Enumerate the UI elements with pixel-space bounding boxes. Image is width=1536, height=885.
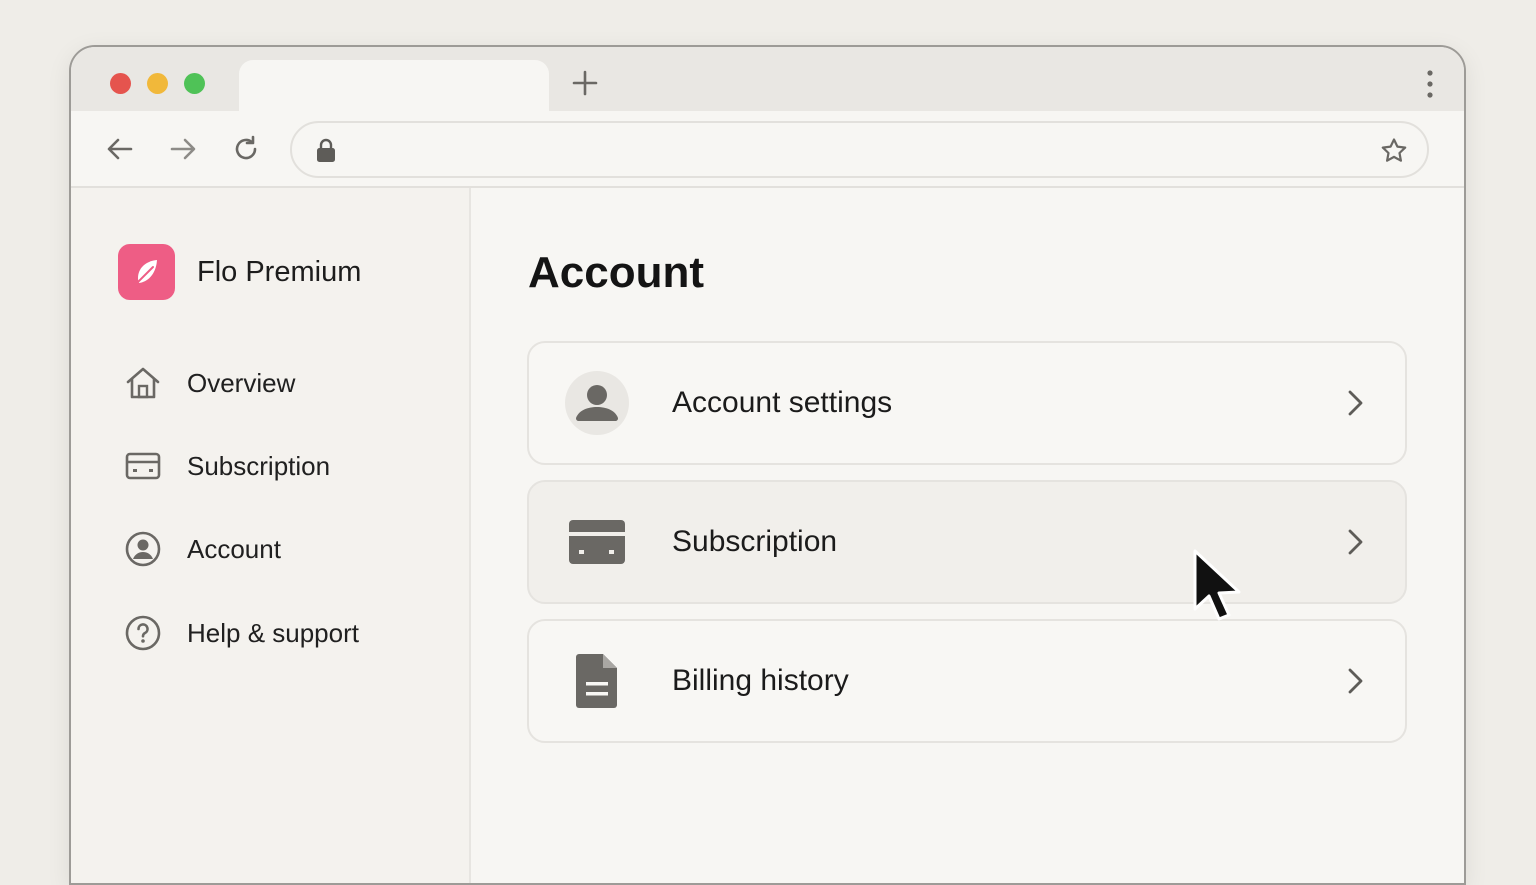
arrow-left-icon[interactable] [104, 133, 136, 165]
plus-icon[interactable] [571, 69, 599, 97]
close-window-button[interactable] [110, 73, 131, 94]
help-circle-icon [123, 613, 163, 653]
arrow-right-icon[interactable] [167, 133, 199, 165]
lock-icon [317, 138, 335, 162]
maximize-window-button[interactable] [184, 73, 205, 94]
chevron-right-icon [1348, 668, 1363, 694]
brand-name: Flo Premium [197, 255, 362, 288]
address-bar[interactable] [290, 121, 1429, 178]
minimize-window-button[interactable] [147, 73, 168, 94]
billing-history-card[interactable]: Billing history [527, 619, 1407, 743]
browser-toolbar [71, 111, 1464, 188]
sidebar-item-label: Subscription [187, 450, 331, 481]
sidebar-item-overview[interactable]: Overview [123, 363, 295, 403]
sidebar-item-label: Overview [187, 367, 296, 398]
account-settings-card[interactable]: Account settings [527, 341, 1407, 465]
brand[interactable]: Flo Premium [118, 244, 361, 300]
feather-icon [118, 244, 175, 300]
card-icon [123, 446, 163, 486]
star-icon[interactable] [1379, 136, 1409, 166]
reload-icon[interactable] [230, 133, 262, 165]
chevron-right-icon [1348, 529, 1363, 555]
tab-strip [71, 47, 1464, 112]
kebab-menu-icon[interactable] [1426, 69, 1434, 99]
credit-card-icon [564, 509, 630, 575]
sidebar-item-help[interactable]: Help & support [123, 613, 359, 653]
sidebar-item-label: Help & support [187, 617, 359, 648]
sidebar-item-account[interactable]: Account [123, 529, 281, 569]
home-icon [123, 363, 163, 403]
sidebar-item-subscription[interactable]: Subscription [123, 446, 330, 486]
browser-window: Flo Premium Overview Subscription Accoun… [69, 45, 1466, 885]
sidebar-item-label: Account [187, 533, 281, 564]
chevron-right-icon [1348, 390, 1363, 416]
document-icon [564, 648, 630, 714]
page-title: Account [528, 248, 704, 297]
card-label: Billing history [672, 664, 849, 697]
active-tab[interactable] [239, 60, 549, 112]
user-circle-icon [123, 529, 163, 569]
user-avatar-icon [564, 370, 630, 436]
card-label: Account settings [672, 386, 893, 419]
sidebar: Flo Premium Overview Subscription Accoun… [71, 188, 471, 883]
main-content: Account Account settings Subscription Bi… [471, 188, 1464, 883]
mouse-pointer-icon [1193, 549, 1241, 621]
subscription-card[interactable]: Subscription [527, 480, 1407, 604]
